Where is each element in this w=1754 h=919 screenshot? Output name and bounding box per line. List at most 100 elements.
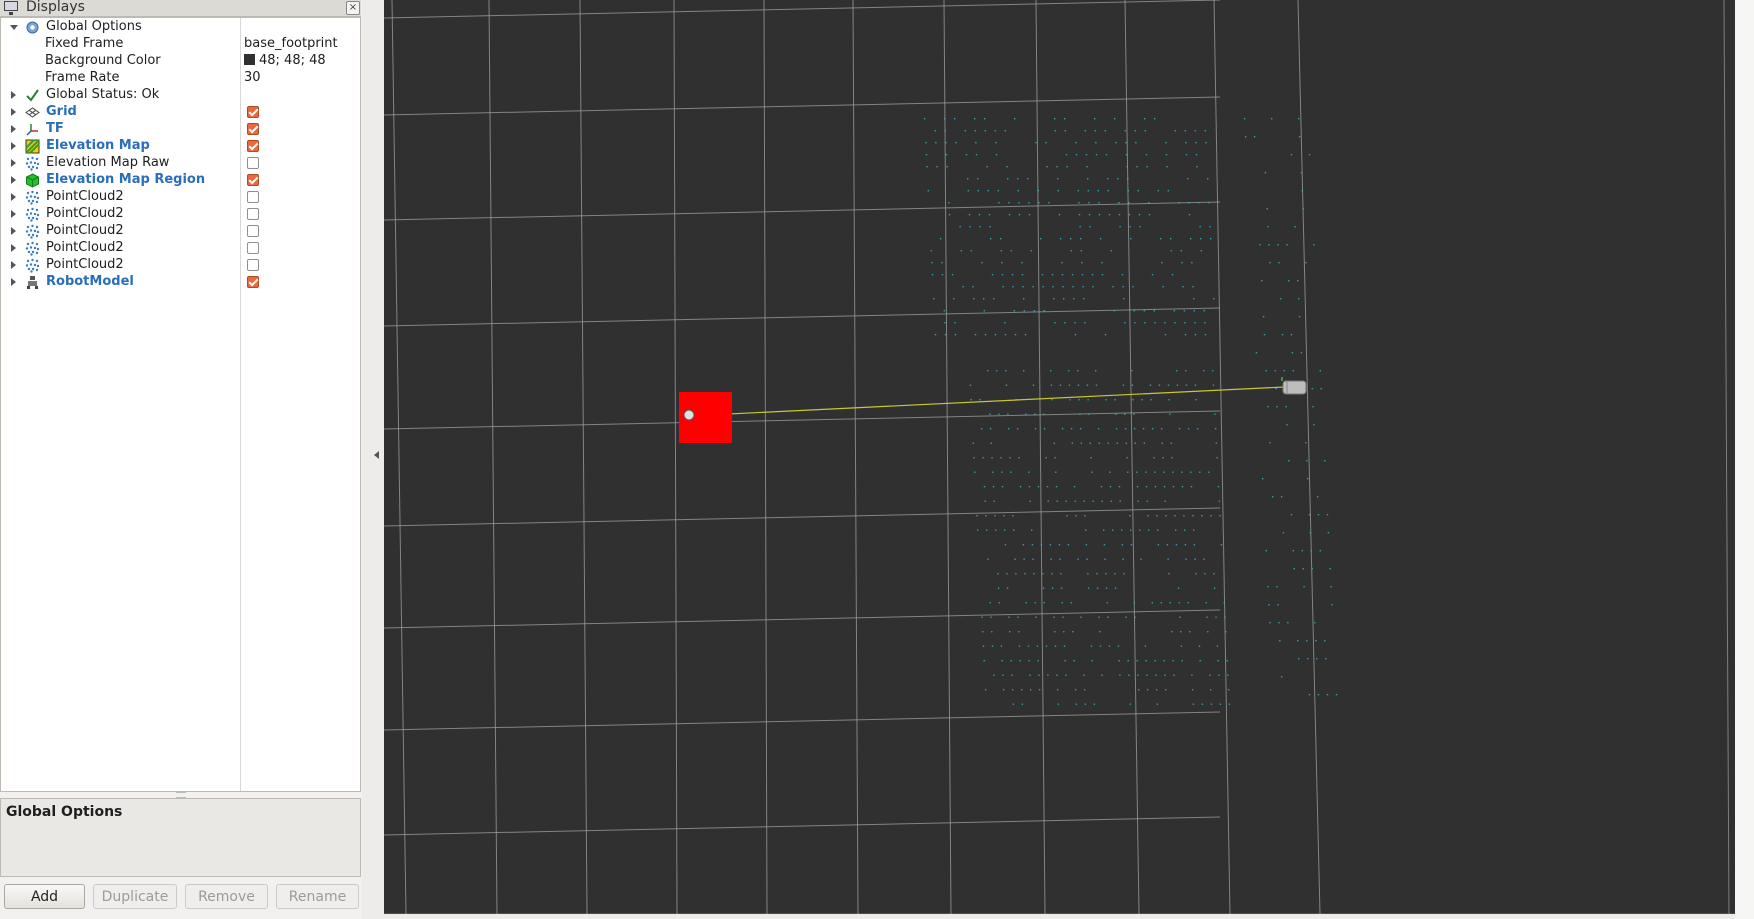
enable-checkbox[interactable] xyxy=(247,106,259,118)
point-cloud-point xyxy=(990,442,993,444)
display-name-label: PointCloud2 xyxy=(46,240,124,255)
point-cloud-point xyxy=(1138,529,1141,531)
point-cloud-point xyxy=(954,118,956,120)
point-cloud-point xyxy=(1120,529,1123,531)
point-cloud-point xyxy=(1167,558,1169,560)
point-cloud-point xyxy=(1080,250,1082,252)
point-cloud-point xyxy=(1174,322,1176,324)
point-cloud-point xyxy=(1200,238,1202,240)
point-cloud-point xyxy=(1104,334,1107,336)
duplicate-button[interactable]: Duplicate xyxy=(93,884,177,909)
point-cloud-point xyxy=(1124,428,1127,430)
display-name-label: Elevation Map xyxy=(46,138,150,153)
viewport-bottom-edge xyxy=(384,914,1735,919)
expand-arrow-icon[interactable] xyxy=(11,125,16,133)
point-cloud-point xyxy=(1301,190,1303,192)
point-cloud-point xyxy=(1062,286,1064,288)
add-button[interactable]: Add xyxy=(4,884,85,909)
fixed-frame-value[interactable]: base_footprint xyxy=(244,36,338,51)
rename-button[interactable]: Rename xyxy=(276,884,359,909)
point-cloud-point xyxy=(1041,274,1044,276)
point-cloud-point xyxy=(1071,442,1074,444)
scene-canvas[interactable] xyxy=(384,0,1735,914)
point-cloud-point xyxy=(1280,496,1283,498)
point-cloud-point xyxy=(1316,496,1319,498)
point-cloud-point xyxy=(1262,478,1264,480)
point-cloud-point xyxy=(1264,172,1267,174)
point-cloud-point xyxy=(1172,660,1174,662)
right-panel-strip xyxy=(1735,0,1754,919)
point-cloud-point xyxy=(1124,322,1126,324)
point-cloud-point xyxy=(981,262,983,264)
point-cloud-point xyxy=(989,226,991,228)
display-tree[interactable]: Global Options Fixed Frame base_footprin… xyxy=(0,17,361,792)
expand-arrow-icon[interactable] xyxy=(11,108,16,116)
panel-collapse-handle[interactable] xyxy=(362,0,384,919)
point-cloud-point xyxy=(1166,544,1169,546)
enable-checkbox[interactable] xyxy=(247,225,259,237)
point-cloud-point xyxy=(1263,334,1266,336)
enable-checkbox[interactable] xyxy=(247,276,259,288)
point-cloud-point xyxy=(1204,130,1206,132)
point-cloud-point xyxy=(1122,558,1124,560)
point-cloud-point xyxy=(1111,529,1114,531)
expand-arrow-icon[interactable] xyxy=(11,176,16,184)
enable-checkbox[interactable] xyxy=(247,259,259,271)
expand-arrow-icon[interactable] xyxy=(11,227,16,235)
enable-checkbox[interactable] xyxy=(247,208,259,220)
point-cloud-point xyxy=(1297,280,1299,282)
expand-arrow-icon[interactable] xyxy=(11,210,16,218)
expand-arrow-icon[interactable] xyxy=(11,244,16,252)
enable-checkbox[interactable] xyxy=(247,157,259,169)
point-cloud-point xyxy=(1153,310,1155,312)
point-cloud-point xyxy=(1043,413,1045,415)
point-cloud-point xyxy=(1003,529,1006,531)
close-icon[interactable]: × xyxy=(346,1,360,15)
enable-checkbox[interactable] xyxy=(247,123,259,135)
collapse-arrow-icon[interactable] xyxy=(10,25,18,30)
expand-arrow-icon[interactable] xyxy=(11,193,16,201)
enable-checkbox[interactable] xyxy=(247,242,259,254)
point-cloud-point xyxy=(1217,660,1219,662)
point-cloud-point xyxy=(1054,118,1056,120)
point-cloud-point xyxy=(959,226,961,228)
point-cloud-point xyxy=(1160,602,1162,604)
point-cloud-point xyxy=(1057,190,1059,192)
background-color-value[interactable]: 48; 48; 48 xyxy=(244,53,326,68)
collapse-left-icon[interactable] xyxy=(374,451,379,459)
expand-arrow-icon[interactable] xyxy=(11,142,16,150)
background-color-text: 48; 48; 48 xyxy=(259,53,326,68)
point-cloud-point xyxy=(990,238,992,240)
point-cloud-point xyxy=(1064,130,1066,132)
remove-button[interactable]: Remove xyxy=(185,884,268,909)
point-cloud-point xyxy=(1107,442,1110,444)
point-cloud-point xyxy=(970,399,972,401)
point-cloud-point xyxy=(1101,674,1103,676)
point-cloud-point xyxy=(1193,298,1195,300)
point-cloud-point xyxy=(1064,118,1066,120)
expand-arrow-icon[interactable] xyxy=(11,278,16,286)
point-cloud-point xyxy=(1281,334,1284,336)
point-cloud-point xyxy=(1095,142,1097,144)
point-cloud-point xyxy=(1196,166,1198,168)
point-cloud-point xyxy=(1006,166,1008,168)
point-cloud-point xyxy=(1215,442,1218,444)
point-cloud-point xyxy=(968,214,971,216)
point-cloud-point xyxy=(1180,631,1182,633)
enable-checkbox[interactable] xyxy=(247,140,259,152)
point-cloud-point xyxy=(1018,202,1020,204)
tree-item-robotmodel[interactable]: RobotModel xyxy=(1,273,360,292)
expand-arrow-icon[interactable] xyxy=(11,261,16,269)
expand-arrow-icon[interactable] xyxy=(11,91,16,99)
enable-checkbox[interactable] xyxy=(247,191,259,203)
enable-checkbox[interactable] xyxy=(247,174,259,186)
point-cloud-point xyxy=(1330,586,1332,588)
expand-arrow-icon[interactable] xyxy=(11,159,16,167)
point-cloud-point xyxy=(1074,322,1076,324)
point-cloud-point xyxy=(1213,587,1216,589)
grid-line-horizontal xyxy=(384,96,1221,116)
point-cloud-point xyxy=(1302,568,1304,570)
frame-rate-value[interactable]: 30 xyxy=(244,70,261,85)
point-cloud-point xyxy=(1092,500,1094,502)
3d-viewport[interactable] xyxy=(384,0,1735,914)
